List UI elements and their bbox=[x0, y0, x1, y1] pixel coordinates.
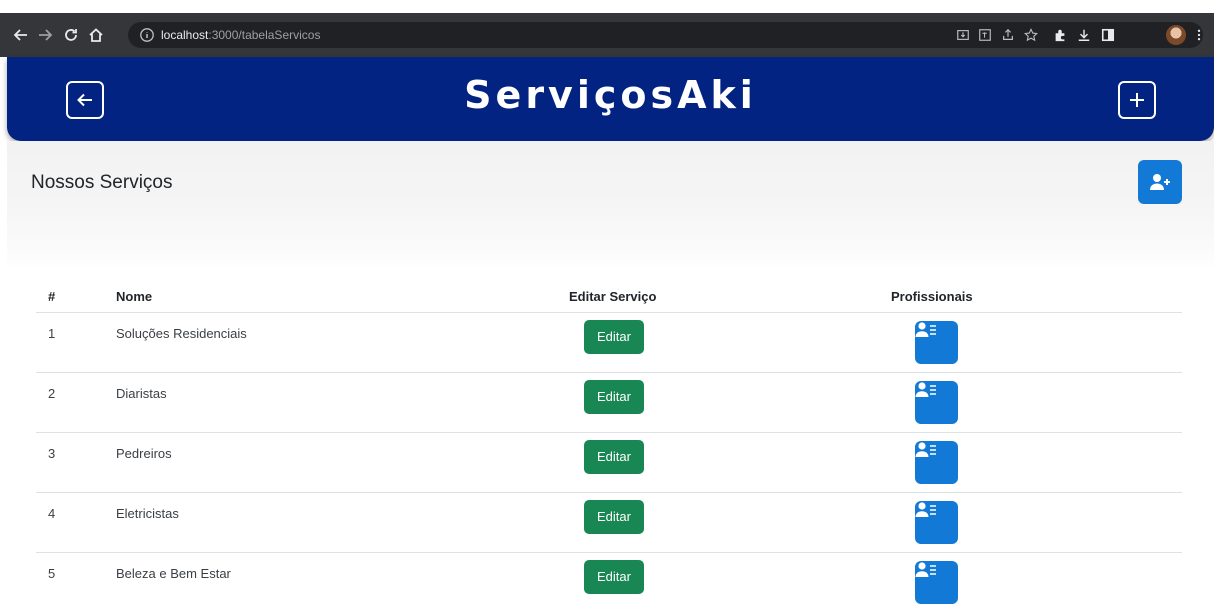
row-id: 3 bbox=[48, 446, 56, 461]
back-arrow-icon[interactable] bbox=[10, 24, 32, 46]
download-icon[interactable] bbox=[1076, 25, 1092, 45]
column-header-professionals: Profissionais bbox=[891, 289, 973, 304]
column-header-name: Nome bbox=[116, 289, 153, 304]
reload-icon[interactable] bbox=[60, 24, 82, 46]
table-header: # Nome Editar Serviço Profissionais bbox=[36, 280, 1182, 313]
row-name: Soluções Residenciais bbox=[116, 326, 247, 341]
url-text[interactable]: localhost:3000/tabelaServicos bbox=[161, 28, 320, 42]
table-row: 4 Eletricistas Editar bbox=[36, 493, 1182, 553]
row-id: 4 bbox=[48, 506, 56, 521]
professionals-button[interactable] bbox=[915, 441, 958, 484]
edit-button[interactable]: Editar bbox=[584, 320, 644, 354]
site-info-icon[interactable] bbox=[139, 27, 155, 43]
window-top-strip bbox=[0, 0, 1214, 13]
table-row: 2 Diaristas Editar bbox=[36, 373, 1182, 433]
row-id: 1 bbox=[48, 326, 56, 341]
professionals-button[interactable] bbox=[915, 501, 958, 544]
professionals-button[interactable] bbox=[915, 321, 958, 364]
add-professional-button[interactable] bbox=[1138, 160, 1182, 204]
url-host: localhost bbox=[161, 28, 209, 42]
edit-button[interactable]: Editar bbox=[584, 560, 644, 594]
table-row: 3 Pedreiros Editar bbox=[36, 433, 1182, 493]
column-header-edit: Editar Serviço bbox=[569, 289, 657, 304]
table-row: 5 Beleza e Bem Estar Editar bbox=[36, 553, 1182, 613]
site-header: ServiçosAki bbox=[7, 57, 1214, 141]
section-title: Nossos Serviços bbox=[31, 172, 173, 193]
profile-avatar[interactable] bbox=[1166, 25, 1186, 45]
column-header-id: # bbox=[48, 289, 56, 304]
brand-title: ServiçosAki bbox=[464, 73, 757, 117]
edit-button[interactable]: Editar bbox=[584, 440, 644, 474]
row-id: 2 bbox=[48, 386, 56, 401]
share-icon[interactable] bbox=[1000, 25, 1016, 45]
install-app-icon[interactable] bbox=[955, 25, 971, 45]
section-header-bg bbox=[7, 141, 1214, 271]
home-icon[interactable] bbox=[85, 24, 107, 46]
row-name: Beleza e Bem Estar bbox=[116, 566, 231, 581]
forward-arrow-icon[interactable] bbox=[34, 24, 56, 46]
services-table: # Nome Editar Serviço Profissionais 1 So… bbox=[36, 280, 1182, 613]
row-id: 5 bbox=[48, 566, 56, 581]
row-name: Eletricistas bbox=[116, 506, 179, 521]
bookmark-star-icon[interactable] bbox=[1023, 25, 1039, 45]
row-name: Diaristas bbox=[116, 386, 167, 401]
edit-button[interactable]: Editar bbox=[584, 380, 644, 414]
professionals-button[interactable] bbox=[915, 561, 958, 604]
table-row: 1 Soluções Residenciais Editar bbox=[36, 313, 1182, 373]
side-panel-icon[interactable] bbox=[1100, 25, 1116, 45]
professionals-button[interactable] bbox=[915, 381, 958, 424]
menu-kebab-icon[interactable] bbox=[1193, 25, 1205, 45]
edit-button[interactable]: Editar bbox=[584, 500, 644, 534]
row-name: Pedreiros bbox=[116, 446, 172, 461]
url-path: :3000/tabelaServicos bbox=[208, 28, 321, 42]
translate-icon[interactable] bbox=[977, 25, 993, 45]
extensions-icon[interactable] bbox=[1052, 25, 1068, 45]
add-button[interactable] bbox=[1118, 81, 1156, 119]
